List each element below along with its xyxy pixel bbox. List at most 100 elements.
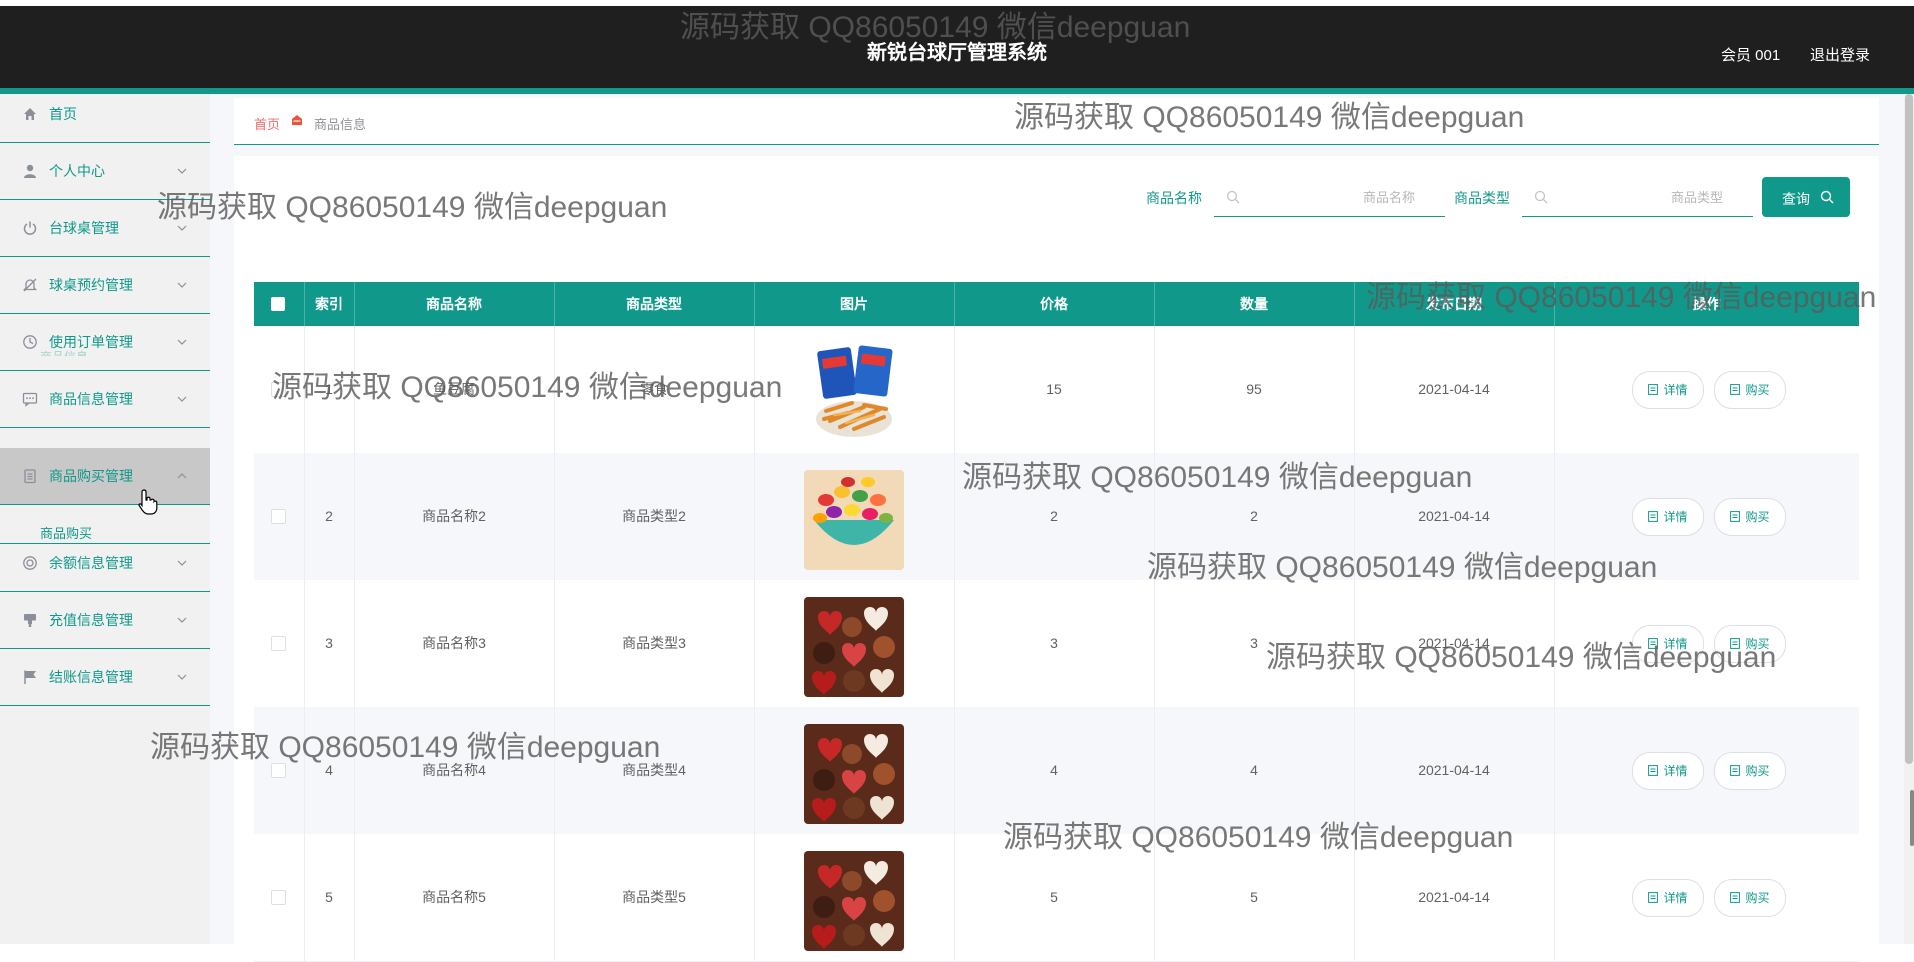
search-name-field (1214, 178, 1445, 217)
price-cell: 5 (954, 834, 1155, 961)
sidebar-item-label: 余额信息管理 (49, 555, 133, 571)
date-cell: 2021-04-14 (1354, 834, 1555, 961)
search-icon (1226, 190, 1240, 204)
sidebar-item-label: 结账信息管理 (49, 669, 133, 685)
detail-button[interactable]: 详情 (1632, 879, 1704, 917)
actions-cell: 详情 购买 (1554, 326, 1859, 453)
buy-button[interactable]: 购买 (1714, 498, 1786, 536)
scrollbar-thumb[interactable] (1905, 94, 1913, 764)
quantity-cell: 95 (1154, 326, 1355, 453)
name-cell: 商品名称3 (354, 580, 555, 707)
price-cell: 2 (954, 453, 1155, 580)
image-cell (754, 707, 955, 834)
index-cell: 4 (304, 707, 355, 834)
sidebar-item-personal-center[interactable]: 个人中心 (0, 143, 210, 200)
breadcrumb-current: 商品信息 (314, 117, 367, 132)
header-name: 商品名称 (354, 282, 555, 326)
logout-button[interactable]: 退出登录 (1810, 44, 1870, 65)
header-price: 价格 (954, 282, 1155, 326)
image-cell (754, 834, 955, 961)
select-all-checkbox[interactable] (271, 297, 285, 311)
select-cell (254, 453, 305, 580)
type-cell: 商品类型3 (554, 580, 755, 707)
sidebar-item-order-management[interactable]: 使用订单管理 (0, 314, 210, 371)
name-cell: 商品名称5 (354, 834, 555, 961)
query-button[interactable]: 查询 (1762, 177, 1850, 217)
header-date: 发布日期 (1354, 282, 1555, 326)
search-name-input[interactable] (1248, 182, 1417, 212)
actions-cell: 详情 购买 (1554, 453, 1859, 580)
row-checkbox[interactable] (271, 763, 286, 778)
header-actions: 操作 (1692, 296, 1721, 312)
buy-button[interactable]: 购买 (1714, 625, 1786, 663)
buy-button-label: 购买 (1745, 891, 1770, 905)
search-icon (1534, 190, 1548, 204)
sidebar-item-table-management[interactable]: 台球桌管理 (0, 200, 210, 257)
detail-button[interactable]: 详情 (1632, 498, 1704, 536)
breadcrumb-home-link[interactable]: 首页 (254, 114, 280, 133)
row-checkbox[interactable] (271, 636, 286, 651)
date-cell: 2021-04-14 (1354, 580, 1555, 707)
row-checkbox[interactable] (271, 890, 286, 905)
actions-cell: 详情 购买 (1554, 580, 1859, 707)
detail-button[interactable]: 详情 (1632, 752, 1704, 790)
sidebar-item-label: 首页 (49, 106, 77, 122)
search-type-input[interactable] (1556, 182, 1725, 212)
sidebar-item-checkout-management[interactable]: 结账信息管理 (0, 649, 210, 706)
select-cell (254, 707, 305, 834)
sidebar-item-balance-management[interactable]: 余额信息管理 (0, 535, 210, 592)
buy-button-label: 购买 (1745, 637, 1770, 651)
quantity-cell: 4 (1154, 707, 1355, 834)
header-quantity: 数量 (1154, 282, 1355, 326)
document-icon (1730, 384, 1741, 395)
document-icon (1648, 892, 1659, 903)
price-cell: 3 (954, 580, 1155, 707)
buy-button[interactable]: 购买 (1714, 879, 1786, 917)
document-icon (1730, 765, 1741, 776)
search-type-field (1522, 178, 1753, 217)
image-cell (754, 326, 955, 453)
table-row: 4 商品名称4 商品类型4 4 4 2021-04-14 详情 购买 (254, 707, 1859, 835)
detail-button-label: 详情 (1663, 891, 1688, 905)
coin-icon (22, 555, 38, 571)
sidebar-item-purchase-management[interactable]: 商品购买管理 (0, 448, 210, 505)
document-icon (1648, 384, 1659, 395)
buy-button-label: 购买 (1745, 383, 1770, 397)
chevron-down-icon (177, 394, 187, 404)
index-cell: 3 (304, 580, 355, 707)
buy-button[interactable]: 购买 (1714, 752, 1786, 790)
breadcrumb-separator-icon (292, 115, 302, 125)
bell-off-icon (22, 277, 38, 293)
name-cell: 鱼豆腐 (354, 326, 555, 453)
row-checkbox[interactable] (271, 509, 286, 524)
sidebar-item-label: 个人中心 (49, 163, 105, 179)
sidebar-item-reservation-management[interactable]: 球桌预约管理 (0, 257, 210, 314)
table-row: 5 商品名称5 商品类型5 5 5 2021-04-14 详情 购买 (254, 834, 1859, 962)
sidebar-item-label: 商品购买管理 (49, 468, 133, 484)
stamp-icon (22, 612, 38, 628)
chevron-down-icon (177, 672, 187, 682)
header-type: 商品类型 (554, 282, 755, 326)
quantity-cell: 5 (1154, 834, 1355, 961)
detail-button[interactable]: 详情 (1632, 625, 1704, 663)
chevron-down-icon (177, 166, 187, 176)
sidebar-item-recharge-management[interactable]: 充值信息管理 (0, 592, 210, 649)
date-cell: 2021-04-14 (1354, 326, 1555, 453)
search-name-label: 商品名称 (1146, 190, 1202, 206)
user-icon (22, 163, 38, 179)
header-image: 图片 (754, 282, 955, 326)
row-checkbox[interactable] (271, 382, 286, 397)
detail-button-label: 详情 (1663, 637, 1688, 651)
sidebar-item-home[interactable]: 首页 (0, 86, 210, 143)
clock-icon (22, 334, 38, 350)
buy-button[interactable]: 购买 (1714, 371, 1786, 409)
search-icon (1820, 190, 1834, 204)
detail-button[interactable]: 详情 (1632, 371, 1704, 409)
buy-button-label: 购买 (1745, 764, 1770, 778)
type-cell: 商品类型5 (554, 834, 755, 961)
sidebar-item-product-info-management[interactable]: 商品信息管理 (0, 371, 210, 428)
search-type-label: 商品类型 (1454, 190, 1510, 206)
user-label: 会员 001 (1721, 47, 1781, 64)
actions-cell: 详情 购买 (1554, 834, 1859, 961)
chat-icon (22, 391, 38, 407)
